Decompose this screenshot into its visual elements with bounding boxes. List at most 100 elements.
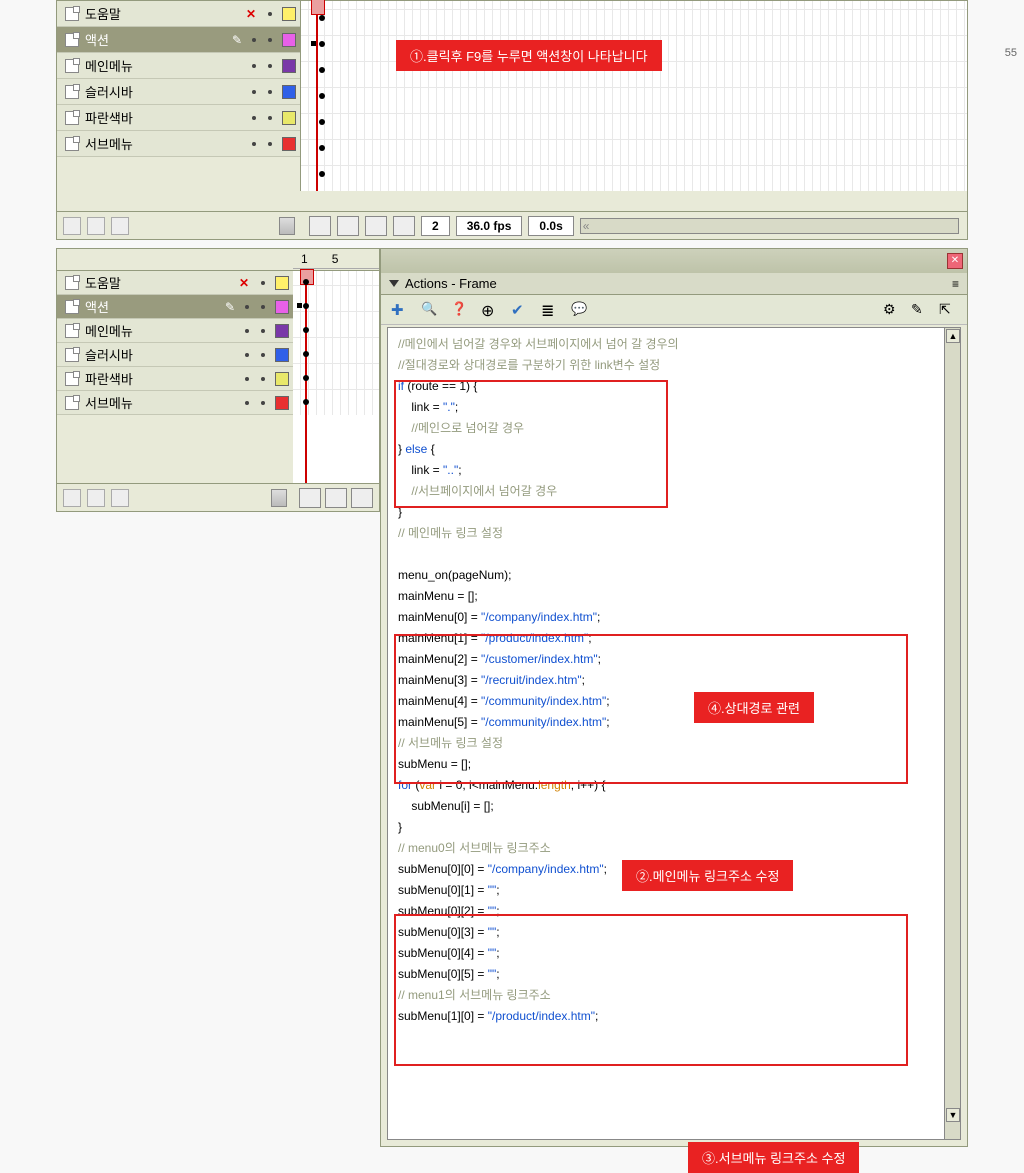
layer-color[interactable] bbox=[282, 59, 296, 73]
new-folder-button[interactable] bbox=[111, 489, 129, 507]
layer-row[interactable]: 슬러시바 bbox=[57, 79, 300, 105]
scroll-down-icon[interactable]: ▼ bbox=[946, 1108, 960, 1122]
layer-row[interactable]: 파란색바 bbox=[57, 367, 293, 391]
panel-titlebar: ✕ bbox=[381, 249, 967, 273]
layer-color[interactable] bbox=[275, 276, 289, 290]
callout-annotation: ①.클릭후 F9를 누루면 액션창이 나타납니다 bbox=[396, 40, 662, 71]
actions-title: Actions - Frame bbox=[405, 276, 497, 291]
dot-icon bbox=[261, 353, 265, 357]
x-icon[interactable]: ✕ bbox=[237, 276, 251, 290]
dot-icon bbox=[245, 305, 249, 309]
edit-frames-button[interactable] bbox=[365, 216, 387, 236]
layer-name: 서브메뉴 bbox=[85, 393, 239, 412]
layer-icon bbox=[65, 137, 79, 151]
layer-name: 슬러시바 bbox=[85, 345, 239, 364]
fps-display: 36.0 fps bbox=[456, 216, 523, 236]
layer-row[interactable]: 메인메뉴 bbox=[57, 319, 293, 343]
dot-icon bbox=[261, 305, 265, 309]
x-icon[interactable]: ✕ bbox=[244, 7, 258, 21]
onion-outline-button[interactable] bbox=[325, 488, 347, 508]
actions-header[interactable]: Actions - Frame ≡ bbox=[381, 273, 967, 295]
check-syntax-icon[interactable] bbox=[511, 301, 529, 319]
scrollbar-horizontal[interactable] bbox=[580, 218, 959, 234]
layer-icon bbox=[65, 324, 79, 338]
timeline-panel-bottom: 👁 🔒 □ 도움말 ✕ 액션 ✎ 메인메뉴 슬러시바 bbox=[56, 248, 380, 512]
layer-icon bbox=[65, 59, 79, 73]
dot-icon bbox=[252, 116, 256, 120]
toggle-marker-button[interactable] bbox=[393, 216, 415, 236]
frame-number: 5 bbox=[332, 252, 339, 266]
layer-color[interactable] bbox=[282, 111, 296, 125]
layer-color[interactable] bbox=[275, 300, 289, 314]
layer-name: 파란색바 bbox=[85, 108, 246, 127]
collapse-icon[interactable] bbox=[389, 280, 399, 287]
pin-icon[interactable] bbox=[939, 301, 957, 319]
debug-icon[interactable] bbox=[911, 301, 929, 319]
layer-tools bbox=[57, 211, 301, 239]
pencil-icon: ✎ bbox=[232, 33, 242, 47]
layer-color[interactable] bbox=[275, 396, 289, 410]
layer-icon bbox=[65, 111, 79, 125]
new-folder-button[interactable] bbox=[111, 217, 129, 235]
trash-icon[interactable] bbox=[271, 489, 287, 507]
layer-row-selected[interactable]: 액션 ✎ bbox=[57, 27, 300, 53]
layer-list: 도움말 ✕ 액션 ✎ 메인메뉴 슬러시바 파란색바 bbox=[57, 271, 293, 415]
time-display: 0.0s bbox=[528, 216, 573, 236]
auto-format-icon[interactable] bbox=[541, 301, 559, 319]
layer-icon bbox=[65, 348, 79, 362]
trash-icon[interactable] bbox=[279, 217, 295, 235]
layer-row[interactable]: 메인메뉴 bbox=[57, 53, 300, 79]
layer-name: 서브메뉴 bbox=[85, 134, 246, 153]
options-icon[interactable]: ≡ bbox=[952, 277, 959, 291]
layer-row[interactable]: 서브메뉴 bbox=[57, 391, 293, 415]
layer-color[interactable] bbox=[282, 7, 296, 21]
target-icon[interactable] bbox=[481, 301, 499, 319]
options-icon[interactable] bbox=[883, 301, 901, 319]
new-guide-button[interactable] bbox=[87, 489, 105, 507]
actions-panel: ✕ Actions - Frame ≡ //메인에서 넘어갈 경우와 서브페이지… bbox=[380, 248, 968, 1147]
layer-row[interactable]: 도움말 ✕ bbox=[57, 1, 300, 27]
code-hint-icon[interactable] bbox=[571, 301, 589, 319]
timeline-grid[interactable]: 55 bbox=[301, 1, 967, 191]
layer-name: 액션 bbox=[85, 297, 221, 316]
layer-row[interactable]: 슬러시바 bbox=[57, 343, 293, 367]
timeline-grid[interactable]: 1 5 bbox=[293, 271, 379, 483]
close-icon[interactable]: ✕ bbox=[947, 253, 963, 269]
dot-icon bbox=[245, 377, 249, 381]
callout-annotation: ②.메인메뉴 링크주소 수정 bbox=[622, 860, 793, 891]
layer-row[interactable]: 파란색바 bbox=[57, 105, 300, 131]
scrollbar-vertical[interactable]: ▲ ▼ bbox=[944, 328, 960, 1139]
onion-button[interactable] bbox=[299, 488, 321, 508]
layer-color[interactable] bbox=[275, 372, 289, 386]
dot-icon bbox=[261, 377, 265, 381]
layer-row-selected[interactable]: 액션 ✎ bbox=[57, 295, 293, 319]
edit-frames-button[interactable] bbox=[351, 488, 373, 508]
layer-name: 메인메뉴 bbox=[85, 321, 239, 340]
layer-color[interactable] bbox=[282, 137, 296, 151]
layer-color[interactable] bbox=[282, 85, 296, 99]
actions-toolbar bbox=[381, 295, 967, 325]
layer-row[interactable]: 도움말 ✕ bbox=[57, 271, 293, 295]
callout-annotation: ④.상대경로 관련 bbox=[694, 692, 814, 723]
new-guide-button[interactable] bbox=[87, 217, 105, 235]
layer-color[interactable] bbox=[275, 324, 289, 338]
new-layer-button[interactable] bbox=[63, 489, 81, 507]
add-script-icon[interactable] bbox=[391, 301, 409, 319]
pencil-icon: ✎ bbox=[225, 300, 235, 314]
current-frame: 2 bbox=[421, 216, 450, 236]
layer-color[interactable] bbox=[275, 348, 289, 362]
layer-row[interactable]: 서브메뉴 bbox=[57, 131, 300, 157]
code-editor[interactable]: //메인에서 넘어갈 경우와 서브페이지에서 넘어 갈 경우의 //절대경로와 … bbox=[387, 327, 961, 1140]
new-layer-button[interactable] bbox=[63, 217, 81, 235]
scroll-up-icon[interactable]: ▲ bbox=[946, 329, 960, 343]
find-icon[interactable] bbox=[421, 301, 439, 319]
onion-outline-button[interactable] bbox=[337, 216, 359, 236]
layer-color[interactable] bbox=[282, 33, 296, 47]
help-icon[interactable] bbox=[451, 301, 469, 319]
dot-icon bbox=[252, 64, 256, 68]
layer-name: 도움말 bbox=[85, 4, 240, 23]
onion-button[interactable] bbox=[309, 216, 331, 236]
dot-icon bbox=[252, 38, 256, 42]
layer-name: 액션 bbox=[85, 30, 228, 49]
dot-icon bbox=[268, 90, 272, 94]
